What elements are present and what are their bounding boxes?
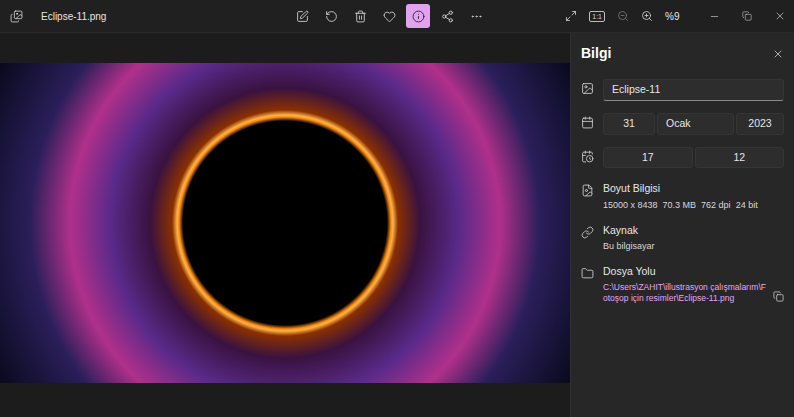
delete-button[interactable] [348,4,372,28]
photos-window: Eclipse-11.png 1:1 %9 Bilgi Eclipse-11 31Ocak… [0,0,794,417]
source-value: Bu bilgisayar [603,240,784,254]
link-icon [581,226,594,239]
info-icon [412,10,425,23]
photo[interactable] [0,63,570,383]
image-icon [581,82,594,95]
size-label: Boyut Bilgisi [603,181,784,197]
rotate-icon [325,10,338,23]
source-label: Kaynak [603,223,784,239]
share-button[interactable] [435,4,459,28]
minimize-icon[interactable] [709,11,720,22]
share-icon [441,10,454,23]
info-title: Bilgi [581,43,611,64]
name-field[interactable]: Eclipse-11 [603,79,784,101]
zoom-in-icon[interactable] [641,10,653,22]
file-size-icon [581,184,594,197]
clock-icon [581,150,594,163]
hour-field[interactable]: 17 [603,147,693,169]
copy-path-icon[interactable] [773,291,784,302]
close-window-icon[interactable] [774,10,786,22]
calendar-icon [581,116,594,129]
toolbar [290,4,488,28]
file-path[interactable]: C:\Users\ZAHIT\illustrasyon çalışmalarım… [603,282,767,304]
fullscreen-icon[interactable] [565,10,577,22]
day-field[interactable]: 31 [603,113,655,135]
size-values: 15000 x 843870.3 MB762 dpi24 bit [603,199,784,213]
favorite-button[interactable] [377,4,401,28]
path-label: Dosya Yolu [603,264,784,280]
info-panel: Bilgi Eclipse-11 31Ocak2023 1712 Boyut Bilgi… [570,33,794,417]
delete-icon [354,10,367,23]
edit-button[interactable] [290,4,314,28]
restore-icon[interactable] [742,11,752,21]
more-button[interactable] [464,4,488,28]
month-field[interactable]: Ocak [657,113,734,135]
zoom-level: %9 [665,9,687,24]
more-icon [470,10,483,23]
info-button[interactable] [406,4,430,28]
actual-size-button[interactable]: 1:1 [589,11,605,22]
window-title: Eclipse-11.png [41,9,106,24]
image-viewer [0,33,570,417]
top-bar: Eclipse-11.png 1:1 %9 [0,0,794,33]
zoom-out-icon[interactable] [617,10,629,22]
rotate-button[interactable] [319,4,343,28]
year-field[interactable]: 2023 [736,113,784,135]
photos-app-icon[interactable] [10,10,23,23]
folder-icon [581,267,594,280]
favorite-icon [383,10,396,23]
close-panel-icon[interactable] [772,48,784,60]
edit-icon [296,10,309,23]
minute-field[interactable]: 12 [695,147,785,169]
